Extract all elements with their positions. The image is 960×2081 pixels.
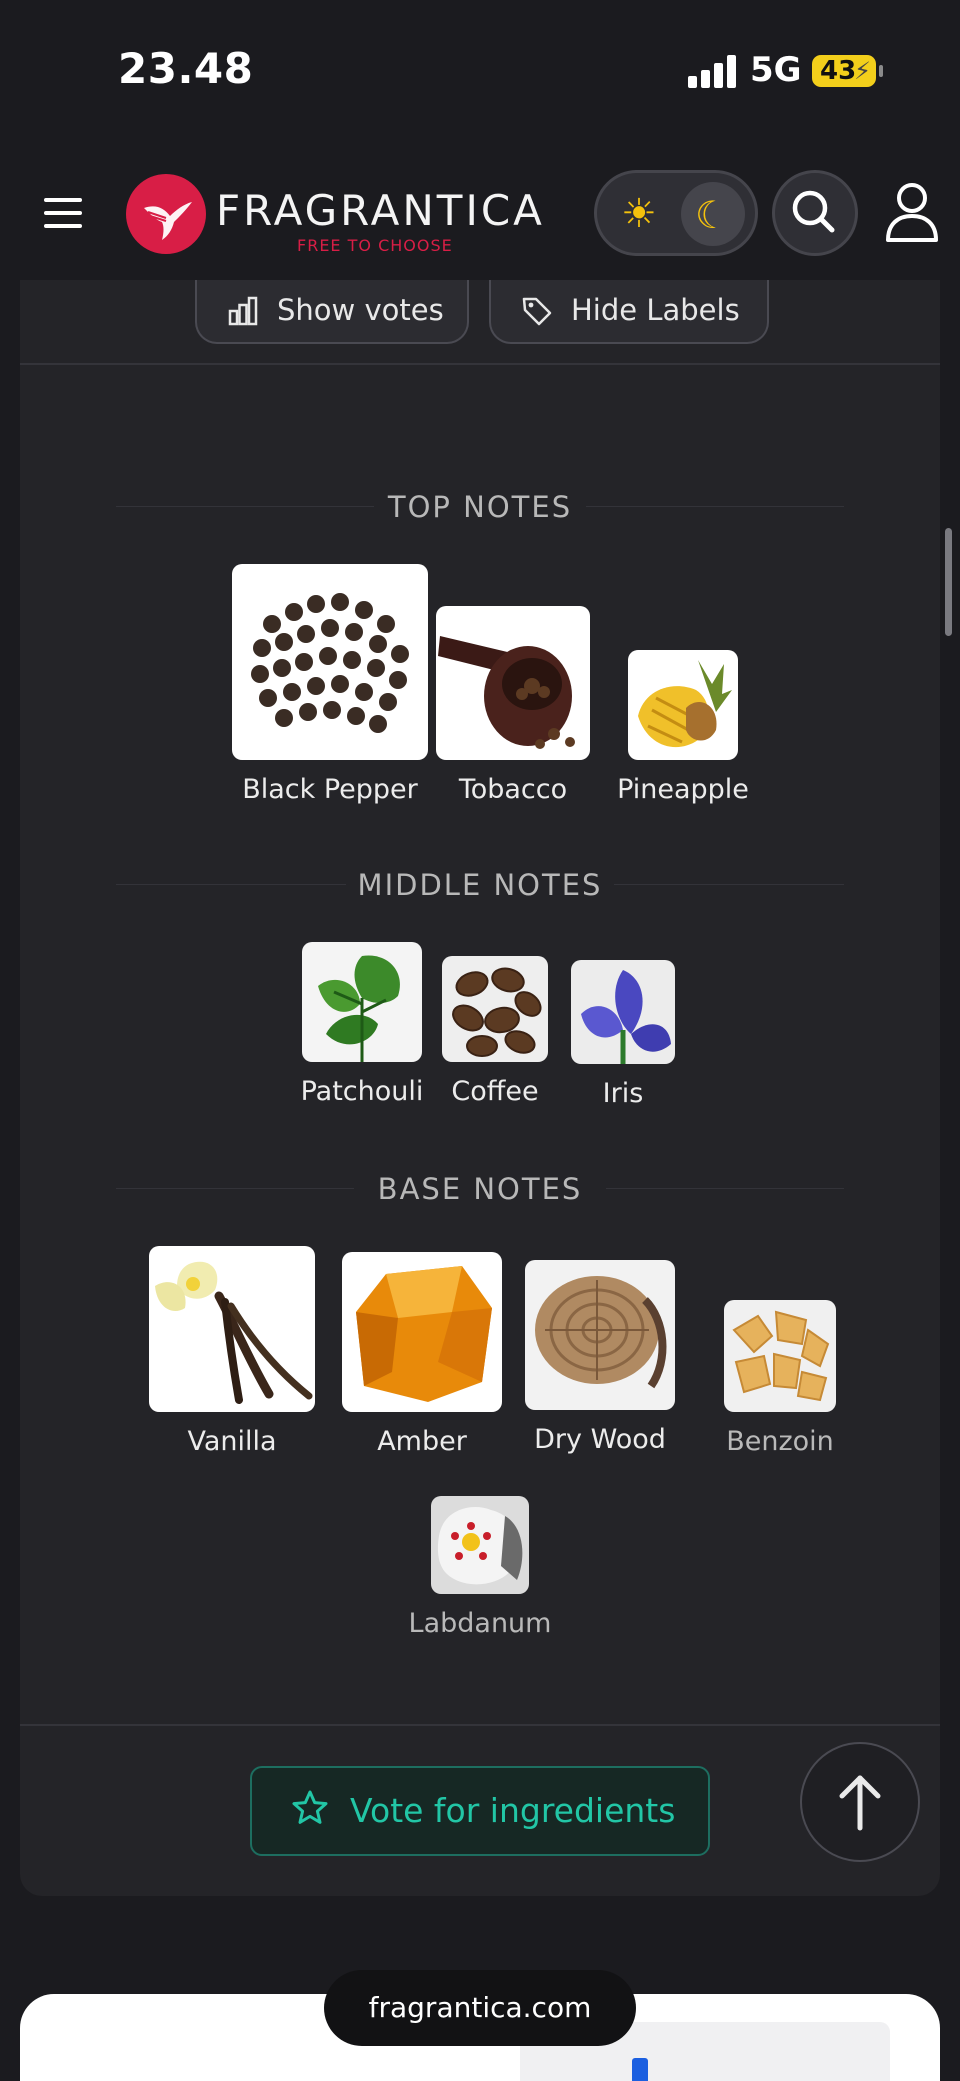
arrow-up-icon <box>839 1775 881 1831</box>
note-labdanum[interactable]: Labdanum <box>400 1496 560 1639</box>
benzoin-image <box>724 1300 836 1412</box>
note-coffee[interactable]: Coffee <box>433 956 557 1107</box>
note-label: Dry Wood <box>534 1424 666 1455</box>
labdanum-image <box>431 1496 529 1594</box>
note-dry-wood[interactable]: Dry Wood <box>520 1260 680 1455</box>
show-votes-label: Show votes <box>277 293 444 327</box>
vote-ingredients-button[interactable]: Vote for ingredients <box>250 1766 710 1856</box>
patchouli-image <box>302 942 422 1062</box>
charging-icon: ⚡ <box>854 57 871 85</box>
battery-level: 43 <box>820 56 857 86</box>
search-icon <box>792 190 835 233</box>
note-patchouli[interactable]: Patchouli <box>282 942 442 1107</box>
status-time: 23.48 <box>118 44 254 93</box>
dry-wood-image <box>525 1260 675 1410</box>
theme-toggle[interactable]: ☀ ☾ <box>594 170 758 256</box>
status-bar: 23.48 5G 43 ⚡ <box>0 0 960 140</box>
url-bar[interactable]: fragrantica.com <box>324 1970 636 2046</box>
brand-name[interactable]: FRAGRANTICA <box>216 186 545 235</box>
user-button[interactable] <box>884 182 940 244</box>
site-header: FRAGRANTICA FREE TO CHOOSE ☀ ☾ <box>0 140 960 280</box>
moon-icon: ☾ <box>695 193 730 237</box>
vanilla-image <box>149 1246 315 1412</box>
network-label: 5G <box>750 50 802 90</box>
note-label: Amber <box>377 1426 467 1457</box>
hide-labels-button[interactable]: Hide Labels <box>489 280 769 344</box>
note-vanilla[interactable]: Vanilla <box>134 1246 330 1457</box>
page: 23.48 5G 43 ⚡ FRAGRANTICA FREE TO CHOOSE <box>0 0 960 2081</box>
preview-bar <box>632 2058 648 2081</box>
star-icon <box>292 1790 328 1824</box>
note-label: Benzoin <box>726 1426 834 1457</box>
sun-icon: ☀ <box>621 191 657 237</box>
bar-chart-icon <box>228 296 258 326</box>
scroll-to-top-button[interactable] <box>800 1742 920 1862</box>
tobacco-image <box>436 606 590 760</box>
divider <box>20 363 940 365</box>
notes-card: Show votes Hide Labels TOP NOTES Black P… <box>20 280 940 1896</box>
user-icon <box>886 183 938 242</box>
signal-icon <box>688 54 738 88</box>
base-notes-title: BASE NOTES <box>377 1172 583 1206</box>
note-iris[interactable]: Iris <box>568 960 678 1109</box>
note-label: Iris <box>602 1078 644 1109</box>
vote-label: Vote for ingredients <box>350 1791 676 1830</box>
hide-labels-label: Hide Labels <box>571 293 740 327</box>
note-benzoin[interactable]: Benzoin <box>700 1300 860 1457</box>
search-button[interactable] <box>772 170 858 256</box>
amber-image <box>342 1252 502 1412</box>
note-black-pepper[interactable]: Black Pepper <box>212 564 448 805</box>
top-notes-title: TOP NOTES <box>387 490 573 524</box>
battery-icon: 43 ⚡ <box>812 55 883 87</box>
note-label: Coffee <box>451 1076 539 1107</box>
note-label: Tobacco <box>458 774 568 805</box>
show-votes-button[interactable]: Show votes <box>195 280 469 344</box>
coffee-image <box>442 956 548 1062</box>
logo-icon[interactable] <box>126 174 206 254</box>
note-label: Black Pepper <box>242 774 418 805</box>
toggle-knob: ☾ <box>681 182 745 246</box>
note-label: Labdanum <box>408 1608 552 1639</box>
note-label: Vanilla <box>187 1426 277 1457</box>
pineapple-image <box>628 650 738 760</box>
note-amber[interactable]: Amber <box>334 1252 510 1457</box>
scrollbar[interactable] <box>945 528 952 636</box>
black-pepper-image <box>232 564 428 760</box>
tag-icon <box>522 297 552 326</box>
note-label: Patchouli <box>300 1076 424 1107</box>
note-pineapple[interactable]: Pineapple <box>613 650 753 805</box>
middle-notes-title: MIDDLE NOTES <box>357 868 603 902</box>
brand-tagline: FREE TO CHOOSE <box>297 236 453 255</box>
divider <box>20 1724 940 1726</box>
iris-image <box>571 960 675 1064</box>
menu-icon[interactable] <box>44 198 82 228</box>
note-tobacco[interactable]: Tobacco <box>433 606 593 805</box>
note-label: Pineapple <box>617 774 749 805</box>
